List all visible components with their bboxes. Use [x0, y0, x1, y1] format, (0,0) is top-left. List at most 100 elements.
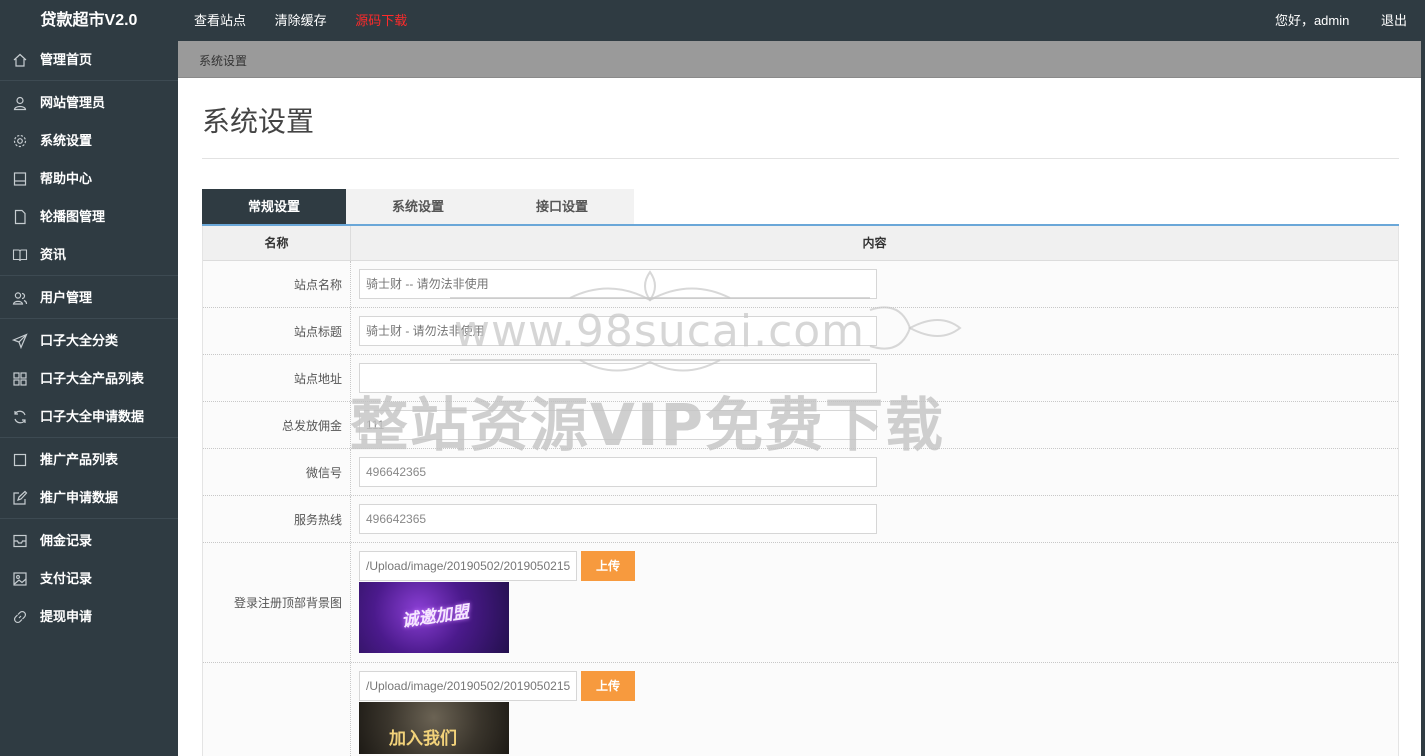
sidebar-item-label: 资讯 — [40, 247, 67, 262]
image-icon — [12, 571, 28, 587]
thumbnail-text: 诚邀加盟 — [400, 602, 471, 631]
field-label: 站点标题 — [203, 308, 351, 354]
square-icon — [12, 452, 28, 468]
sidebar-item-users[interactable]: 用户管理 — [0, 279, 178, 317]
sidebar-item-label: 推广产品列表 — [40, 452, 119, 467]
sidebar: 管理首页 网站管理员 系统设置 帮助中心 轮播图管理 资讯 用户管理 口子大全分… — [0, 41, 178, 756]
sidebar-item-promo-applications[interactable]: 推广申请数据 — [0, 479, 178, 517]
book-icon — [12, 171, 28, 187]
sidebar-item-label: 推广申请数据 — [40, 490, 119, 505]
edit-icon — [12, 490, 28, 506]
top-nav: 查看站点 清除缓存 源码下载 — [194, 0, 432, 41]
field-label — [203, 663, 351, 756]
top-bar: 贷款超市V2.0 查看站点 清除缓存 源码下载 您好，admin 退出 — [0, 0, 1425, 41]
header-content: 内容 — [862, 235, 887, 250]
sidebar-item-kouzi-applications[interactable]: 口子大全申请数据 — [0, 398, 178, 436]
right-edge-bar — [1421, 41, 1425, 756]
sidebar-item-label: 支付记录 — [40, 571, 93, 586]
tab-system[interactable]: 系统设置 — [346, 189, 490, 225]
table-header: 名称 内容 — [203, 226, 1398, 261]
site-title-input[interactable] — [359, 316, 877, 346]
home-icon — [12, 52, 28, 68]
sidebar-item-kouzi-products[interactable]: 口子大全产品列表 — [0, 360, 178, 398]
logout-link[interactable]: 退出 — [1381, 0, 1407, 41]
link-icon — [12, 609, 28, 625]
table-row: 站点名称 — [203, 261, 1398, 308]
sidebar-item-help[interactable]: 帮助中心 — [0, 160, 178, 198]
settings-tabs: 常规设置 系统设置 接口设置 — [202, 189, 634, 225]
sidebar-item-home[interactable]: 管理首页 — [0, 41, 178, 79]
login-bg-path-input[interactable] — [359, 551, 577, 581]
sidebar-item-label: 轮播图管理 — [40, 209, 106, 224]
breadcrumb: 系统设置 — [178, 41, 1425, 78]
sidebar-item-label: 口子大全分类 — [40, 333, 119, 348]
sidebar-item-promo-products[interactable]: 推广产品列表 — [0, 441, 178, 479]
sidebar-item-kouzi-category[interactable]: 口子大全分类 — [0, 322, 178, 360]
sidebar-item-admins[interactable]: 网站管理员 — [0, 84, 178, 122]
user-greeting: 您好，admin — [1274, 13, 1350, 28]
wechat-input[interactable] — [359, 457, 877, 487]
sidebar-item-label: 佣金记录 — [40, 533, 93, 548]
grid-icon — [12, 371, 28, 387]
table-row: 上传 加入我们 — [203, 663, 1398, 756]
settings-table: 名称 内容 站点名称 站点标题 站点地址 总发放佣金 微信号 服务热线 登录注册… — [202, 226, 1399, 756]
field-label: 站点地址 — [203, 355, 351, 401]
sidebar-item-label: 用户管理 — [40, 290, 93, 305]
image-path-input[interactable] — [359, 671, 577, 701]
tab-general[interactable]: 常规设置 — [202, 189, 346, 225]
clear-cache-link[interactable]: 清除缓存 — [275, 0, 327, 41]
send-icon — [12, 333, 28, 349]
sidebar-item-carousel[interactable]: 轮播图管理 — [0, 198, 178, 236]
table-row: 登录注册顶部背景图 上传 诚邀加盟 — [203, 543, 1398, 663]
login-bg-thumbnail: 诚邀加盟 — [359, 582, 509, 653]
table-row: 服务热线 — [203, 496, 1398, 543]
field-label: 站点名称 — [203, 261, 351, 307]
sidebar-item-label: 系统设置 — [40, 133, 93, 148]
refresh-icon — [12, 409, 28, 425]
header-name: 名称 — [203, 226, 351, 260]
sidebar-item-commission[interactable]: 佣金记录 — [0, 522, 178, 560]
upload-button[interactable]: 上传 — [581, 671, 635, 701]
sidebar-item-news[interactable]: 资讯 — [0, 236, 178, 274]
table-row: 站点标题 — [203, 308, 1398, 355]
table-row: 站点地址 — [203, 355, 1398, 402]
user-icon — [12, 95, 28, 111]
sidebar-divider — [0, 318, 178, 319]
sidebar-divider — [0, 275, 178, 276]
table-row: 微信号 — [203, 449, 1398, 496]
sidebar-divider — [0, 518, 178, 519]
app-brand[interactable]: 贷款超市V2.0 — [0, 0, 178, 41]
hotline-input[interactable] — [359, 504, 877, 534]
source-download-link[interactable]: 源码下载 — [355, 0, 407, 41]
sidebar-item-label: 口子大全产品列表 — [40, 371, 145, 386]
sidebar-item-label: 管理首页 — [40, 52, 93, 67]
sidebar-item-system-settings[interactable]: 系统设置 — [0, 122, 178, 160]
breadcrumb-current: 系统设置 — [199, 54, 248, 68]
site-url-input[interactable] — [359, 363, 877, 393]
file-icon — [12, 209, 28, 225]
sidebar-item-label: 帮助中心 — [40, 171, 93, 186]
total-commission-input[interactable] — [359, 410, 877, 440]
page-title: 系统设置 — [202, 106, 315, 137]
field-label: 登录注册顶部背景图 — [203, 543, 351, 662]
sidebar-item-payments[interactable]: 支付记录 — [0, 560, 178, 598]
field-label: 总发放佣金 — [203, 402, 351, 448]
table-row: 总发放佣金 — [203, 402, 1398, 449]
title-divider — [202, 158, 1399, 159]
open-book-icon — [12, 247, 28, 263]
field-label: 微信号 — [203, 449, 351, 495]
sidebar-item-label: 口子大全申请数据 — [40, 409, 145, 424]
gear-icon — [12, 133, 28, 149]
sidebar-item-label: 网站管理员 — [40, 95, 106, 110]
users-icon — [12, 290, 28, 306]
site-name-input[interactable] — [359, 269, 877, 299]
thumbnail-text: 加入我们 — [389, 729, 457, 748]
user-area: 您好，admin 退出 — [1247, 0, 1407, 41]
sidebar-item-label: 提现申请 — [40, 609, 93, 624]
sidebar-divider — [0, 437, 178, 438]
view-site-link[interactable]: 查看站点 — [194, 0, 246, 41]
image-thumbnail: 加入我们 — [359, 702, 509, 754]
sidebar-item-withdrawals[interactable]: 提现申请 — [0, 598, 178, 636]
tab-api[interactable]: 接口设置 — [490, 189, 634, 225]
upload-button[interactable]: 上传 — [581, 551, 635, 581]
